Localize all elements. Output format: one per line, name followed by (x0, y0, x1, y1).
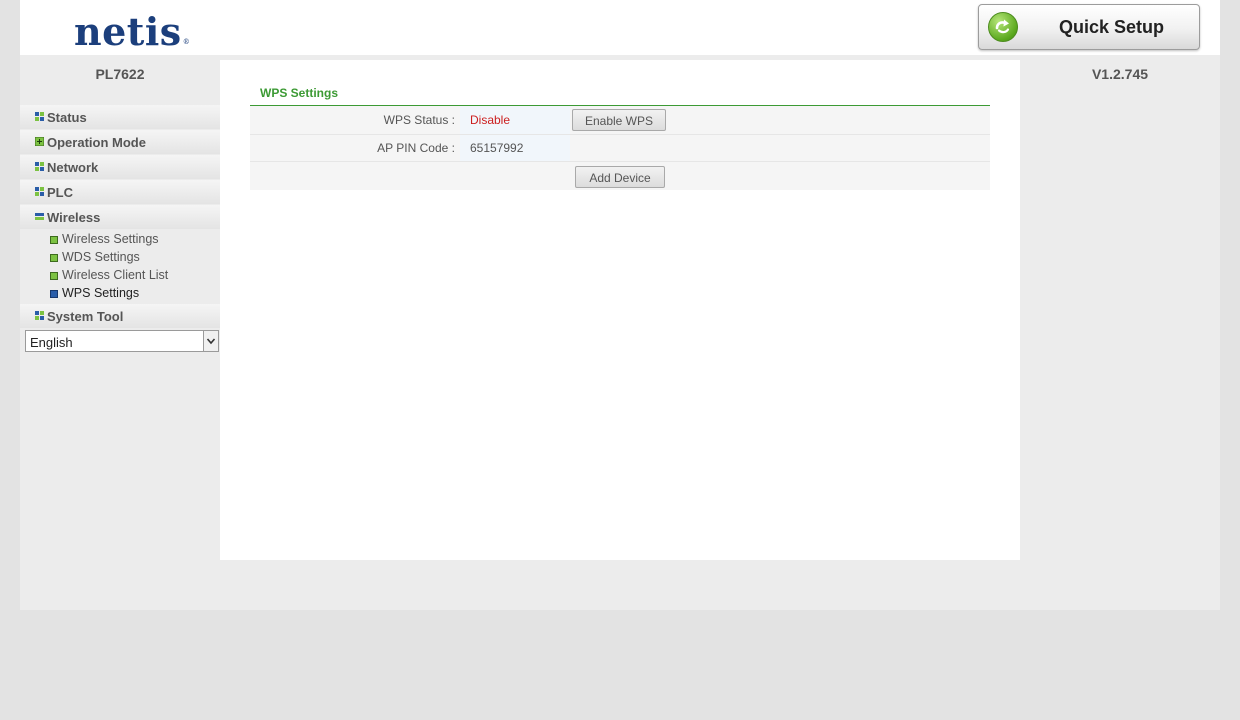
sidebar-menu: Status Operation Mode Network PLC Wirele… (20, 105, 220, 329)
plus-square-icon (35, 137, 44, 146)
collapse-bars-icon (35, 213, 44, 220)
sidebar-item-status[interactable]: Status (20, 105, 220, 129)
subitem-label: WPS Settings (62, 286, 140, 300)
active-bullet-icon (50, 290, 58, 298)
subitem-label: Wireless Client List (62, 268, 169, 282)
grid-icon (35, 112, 44, 121)
subitem-label: Wireless Settings (62, 232, 159, 246)
bullet-icon (50, 254, 58, 262)
subitem-wps-settings[interactable]: WPS Settings (20, 285, 220, 303)
subitem-wds-settings[interactable]: WDS Settings (20, 249, 220, 267)
subitem-wireless-settings[interactable]: Wireless Settings (20, 231, 220, 249)
sidebar-item-label: Status (47, 110, 87, 125)
sidebar-item-label: PLC (47, 185, 73, 200)
grid-icon (35, 311, 44, 320)
sidebar-item-network[interactable]: Network (20, 155, 220, 179)
quick-setup-button[interactable]: Quick Setup (978, 4, 1200, 50)
ap-pin-label: AP PIN Code : (377, 141, 455, 155)
ap-pin-row: AP PIN Code : 65157992 (250, 135, 990, 162)
language-select[interactable]: English (25, 330, 219, 352)
sidebar-item-label: Network (47, 160, 99, 175)
logo-text: netis (74, 9, 182, 54)
wps-status-value-cell: Disable (460, 106, 570, 134)
model-name: PL7622 (95, 66, 145, 82)
quick-setup-label: Quick Setup (1059, 17, 1165, 37)
wps-status-label: WPS Status : (383, 113, 455, 127)
subitem-wireless-client-list[interactable]: Wireless Client List (20, 267, 220, 285)
language-selected: English (30, 335, 73, 350)
refresh-arrow-icon (988, 12, 1018, 42)
enable-wps-button[interactable]: Enable WPS (572, 109, 666, 131)
add-device-button[interactable]: Add Device (575, 166, 665, 188)
firmware-version: V1.2.745 (1091, 66, 1149, 82)
sidebar-item-label: System Tool (47, 309, 124, 324)
bullet-icon (50, 236, 58, 244)
sidebar-item-operation-mode[interactable]: Operation Mode (20, 130, 220, 154)
ap-pin-value: 65157992 (470, 141, 524, 155)
chevron-down-icon[interactable] (203, 331, 218, 351)
sidebar-item-wireless[interactable]: Wireless (20, 205, 220, 229)
wireless-submenu: Wireless Settings WDS Settings Wireless … (20, 230, 220, 304)
registered-mark: ® (182, 38, 191, 46)
bullet-icon (50, 272, 58, 280)
add-device-row: Add Device (250, 162, 990, 190)
sidebar-item-plc[interactable]: PLC (20, 180, 220, 204)
grid-icon (35, 187, 44, 196)
main-content: WPS Settings WPS Status : Disable Enable… (220, 60, 1020, 560)
sidebar-item-system-tool[interactable]: System Tool (20, 304, 220, 328)
wps-status-value: Disable (470, 113, 511, 127)
grid-icon (35, 162, 44, 171)
sidebar-item-label: Operation Mode (47, 135, 146, 150)
sidebar-item-label: Wireless (47, 210, 101, 225)
subitem-label: WDS Settings (62, 250, 140, 264)
ap-pin-value-cell: 65157992 (460, 135, 570, 161)
netis-logo: netis® (74, 8, 191, 56)
page-frame: netis® Quick Setup PL7622 V1.2.745 Statu… (20, 0, 1220, 610)
header: netis® Quick Setup (20, 0, 1220, 55)
section-title: WPS Settings (260, 86, 339, 100)
wps-status-row: WPS Status : Disable Enable WPS (250, 106, 990, 135)
